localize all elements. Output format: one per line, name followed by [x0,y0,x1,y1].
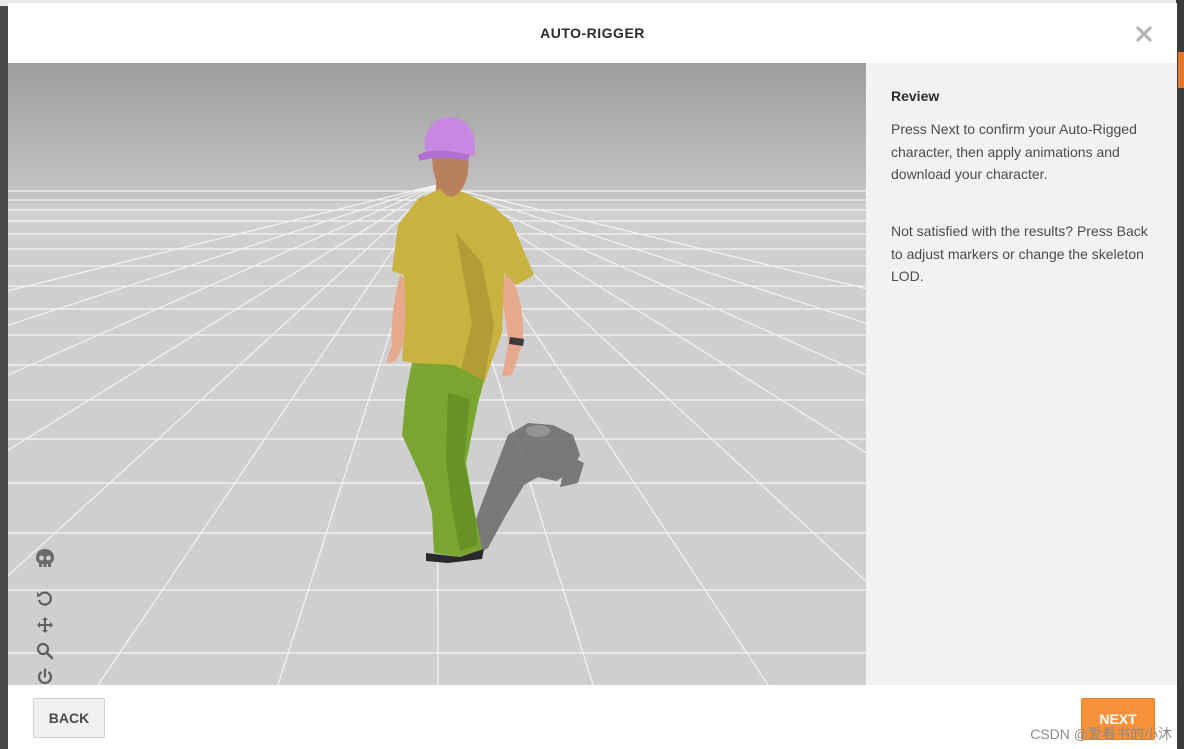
review-help-text: Not satisfied with the results? Press Ba… [891,223,1148,284]
backdrop-orange-tab [1178,52,1184,88]
close-button[interactable] [1133,23,1155,45]
power-button[interactable] [33,668,57,685]
scene-canvas[interactable] [8,63,866,685]
auto-rigger-modal: AUTO-RIGGER Review Press Next to confirm… [8,3,1177,749]
back-button[interactable]: BACK [33,698,105,738]
reset-rotation-icon [37,591,52,606]
watermark: CSDN @爱看书的小沐 [1030,726,1172,742]
review-panel: Review Press Next to confirm your Auto-R… [866,63,1177,685]
modal-footer: BACK NEXT [8,685,1177,749]
review-instructions: Press Next to confirm your Auto-Rigged c… [891,121,1137,182]
modal-title: AUTO-RIGGER [540,25,645,41]
skull-icon [36,549,54,567]
zoom-button[interactable] [33,642,57,664]
review-heading: Review [891,88,940,104]
3d-viewport[interactable] [8,63,866,685]
zoom-icon [36,642,54,660]
pan-button[interactable] [33,616,57,638]
backdrop-right-edge [1176,0,1184,749]
close-icon [1136,26,1152,42]
reset-view-button[interactable] [33,590,57,612]
power-icon [37,668,53,684]
skeleton-toggle-button[interactable] [33,548,57,570]
viewport-toolbar [33,548,57,685]
move-icon [37,617,53,633]
modal-header: AUTO-RIGGER [8,3,1177,64]
